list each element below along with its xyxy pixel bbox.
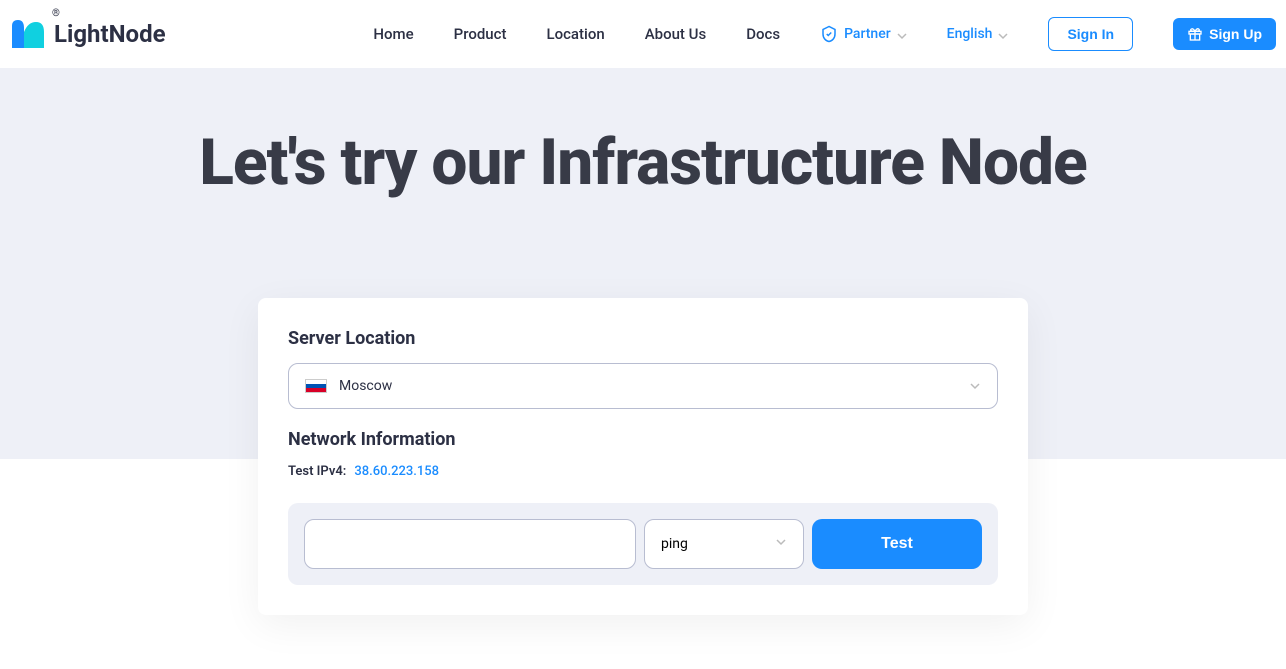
nav-location[interactable]: Location <box>546 25 604 43</box>
nav-partner[interactable]: Partner <box>820 25 907 43</box>
ip-input[interactable] <box>304 519 636 569</box>
card-container: Server Location Moscow Network Informati… <box>0 198 1286 655</box>
test-button[interactable]: Test <box>812 519 982 569</box>
test-type-value: ping <box>661 536 688 552</box>
partner-icon <box>820 25 838 43</box>
chevron-down-icon <box>897 29 907 39</box>
logo[interactable]: ® LightNode <box>10 16 166 52</box>
partner-label: Partner <box>844 26 891 42</box>
test-panel: ping Test <box>288 503 998 585</box>
chevron-down-icon <box>969 377 981 396</box>
gift-icon <box>1187 26 1203 42</box>
test-ip-value[interactable]: 38.60.223.158 <box>354 464 439 479</box>
page-title: Let's try our Infrastructure Node <box>0 128 1286 198</box>
sign-in-button[interactable]: Sign In <box>1048 17 1133 51</box>
brand-name: LightNode <box>54 20 166 48</box>
hero-section: Let's try our Infrastructure Node <box>0 68 1286 198</box>
test-card: Server Location Moscow Network Informati… <box>258 298 1028 615</box>
sign-up-button[interactable]: Sign Up <box>1173 18 1276 50</box>
server-location-title: Server Location <box>288 328 998 349</box>
language-select[interactable]: English <box>947 26 1009 42</box>
location-select[interactable]: Moscow <box>288 363 998 409</box>
logo-mark-icon <box>10 16 46 52</box>
network-info-title: Network Information <box>288 429 998 450</box>
test-ip-label: Test IPv4: <box>288 464 346 479</box>
chevron-down-icon <box>775 536 787 552</box>
flag-russia-icon <box>305 379 327 393</box>
nav-about[interactable]: About Us <box>645 25 707 43</box>
location-value: Moscow <box>339 378 392 394</box>
site-header: ® LightNode Home Product Location About … <box>0 0 1286 68</box>
language-label: English <box>947 26 993 42</box>
registered-mark: ® <box>52 8 60 19</box>
sign-up-label: Sign Up <box>1209 26 1262 42</box>
test-type-select[interactable]: ping <box>644 519 804 569</box>
nav-home[interactable]: Home <box>373 25 413 43</box>
nav-docs[interactable]: Docs <box>746 25 780 43</box>
test-ip-row: Test IPv4: 38.60.223.158 <box>288 464 998 479</box>
nav-product[interactable]: Product <box>454 25 507 43</box>
chevron-down-icon <box>998 29 1008 39</box>
main-nav: Home Product Location About Us Docs Part… <box>373 17 1276 51</box>
